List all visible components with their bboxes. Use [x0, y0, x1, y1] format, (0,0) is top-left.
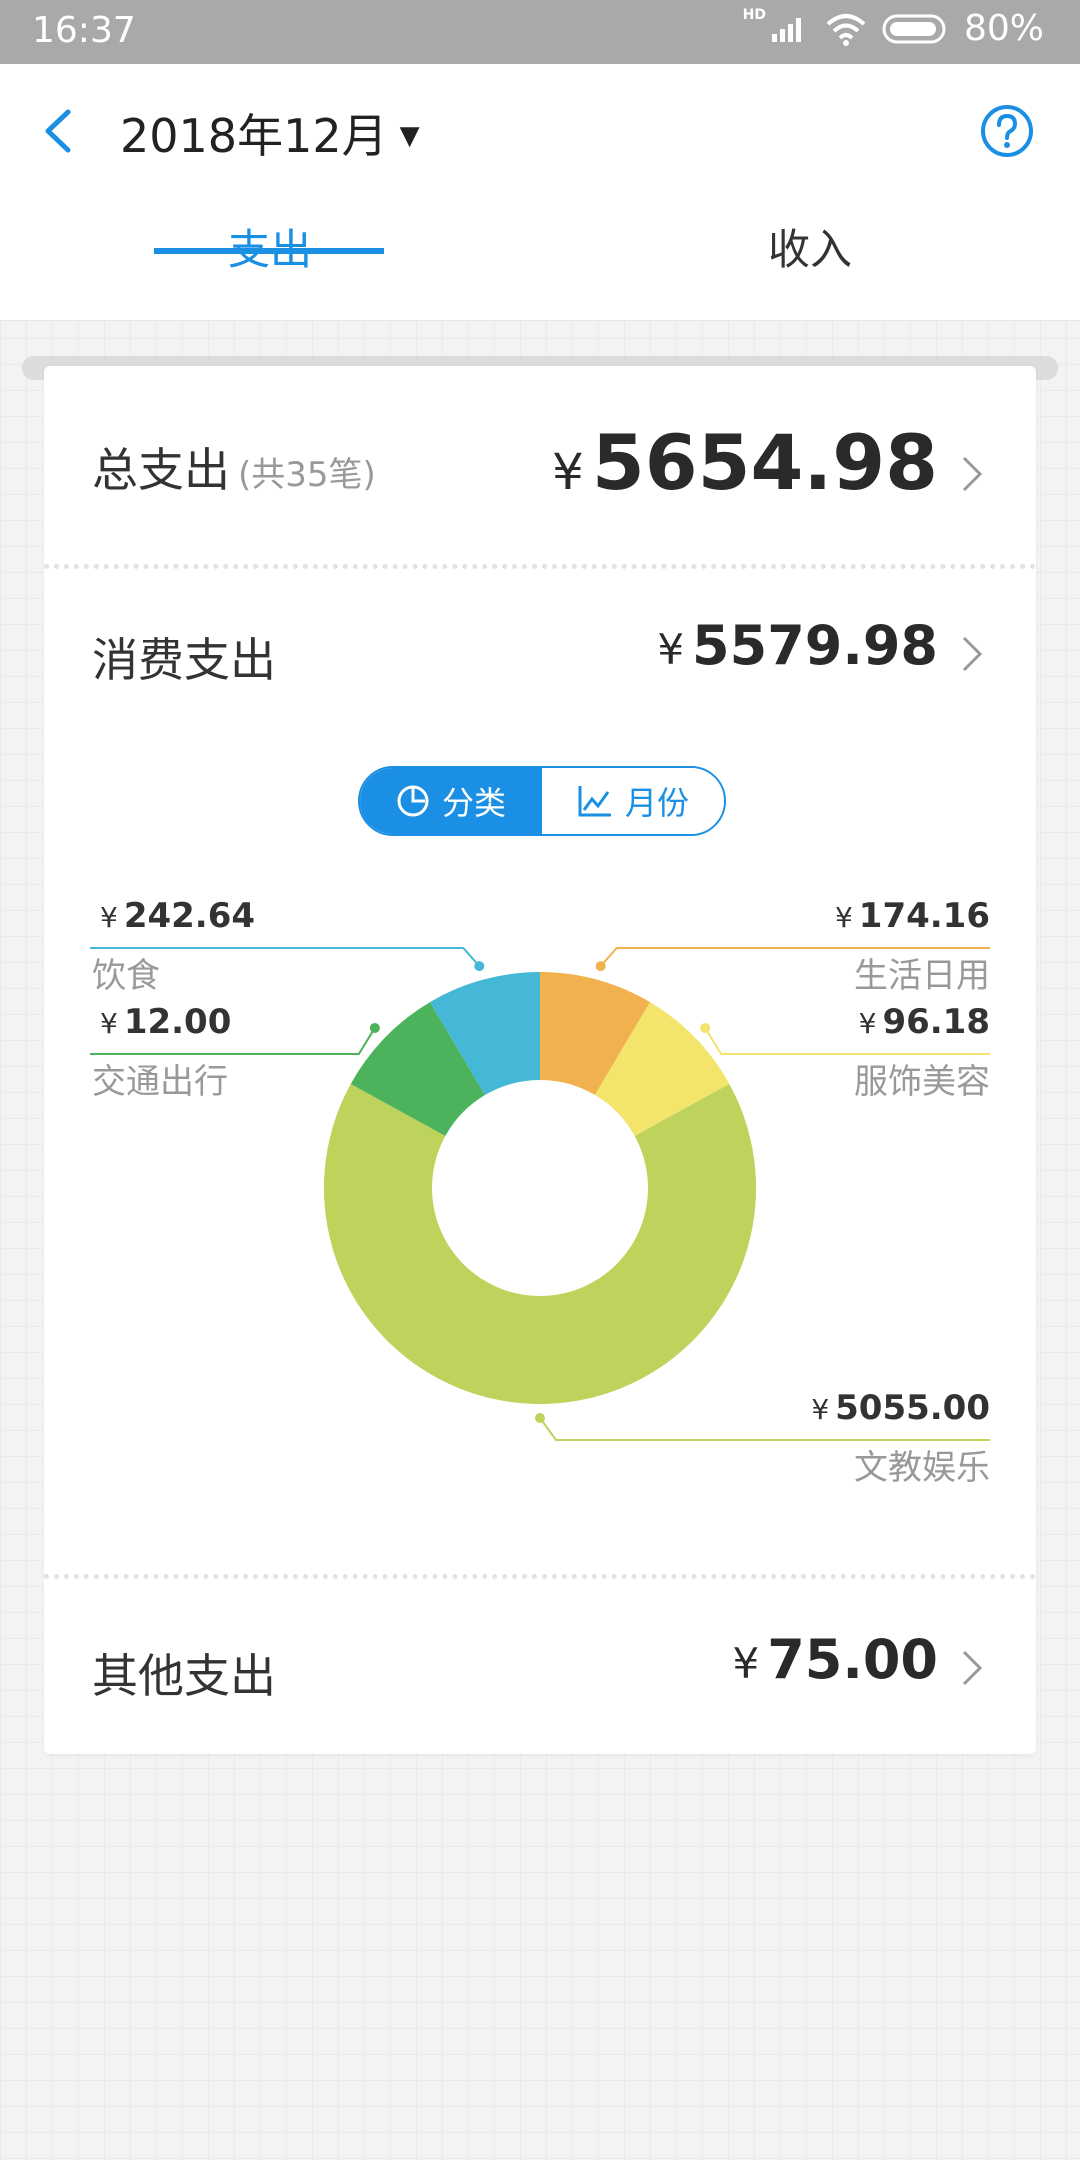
dotted-divider	[44, 1574, 1036, 1579]
other-currency: ¥	[732, 1639, 760, 1688]
callout-apparel-name: 服饰美容	[854, 1062, 990, 1102]
top-bar: 2018年12月 ▼ 支出 收入	[0, 64, 1080, 321]
status-bar: 16:37 HD 80%	[0, 0, 1080, 64]
callout-transport-name: 交通出行	[92, 1062, 228, 1102]
tab-income[interactable]: 收入	[660, 216, 960, 277]
callout-food-name: 饮食	[92, 956, 160, 996]
signal-icon	[771, 17, 801, 42]
leader-dot-apparel	[700, 1022, 711, 1033]
callout-daily-amount: ¥174.16	[834, 896, 990, 936]
battery-icon	[882, 14, 946, 43]
hd-badge: HD	[742, 6, 766, 23]
leader-dot-daily	[595, 961, 606, 972]
leader-dot-transport	[369, 1022, 380, 1033]
callout-transport-amount: ¥12.00	[100, 1002, 232, 1042]
summary-card: 总支出 (共35笔) ¥5654.98 消费支出 ¥5579.98 分类 月份 …	[44, 366, 1036, 1754]
callout-entertainment-amount: ¥5055.00	[811, 1388, 990, 1428]
other-amount-group: ¥75.00	[732, 1628, 938, 1691]
callout-apparel-amount: ¥96.18	[858, 1002, 990, 1042]
callout-food-amount: ¥242.64	[100, 896, 256, 936]
help-icon[interactable]	[980, 104, 1034, 158]
status-time: 16:37	[32, 10, 136, 51]
other-amount: 75.00	[767, 1628, 938, 1691]
leader-dot-food	[474, 961, 485, 972]
caret-down-icon: ▼	[399, 121, 420, 151]
wifi-icon	[826, 13, 866, 46]
callout-entertainment-name: 文教娱乐	[854, 1448, 990, 1488]
battery-percent: 80%	[963, 8, 1044, 49]
callout-daily-name: 生活日用	[854, 956, 990, 996]
tab-indicator	[154, 248, 384, 254]
month-selector[interactable]: 2018年12月 ▼	[120, 100, 420, 166]
donut-slice-entertainment	[324, 1083, 756, 1404]
status-icons: HD 80%	[742, 6, 1044, 50]
tab-expense[interactable]: 支出	[120, 216, 420, 277]
month-label: 2018年12月	[120, 109, 388, 163]
back-arrow-icon[interactable]	[36, 106, 86, 156]
leader-dot-entertainment	[535, 1413, 545, 1423]
chevron-right-icon	[962, 1650, 983, 1686]
other-label: 其他支出	[92, 1649, 276, 1703]
